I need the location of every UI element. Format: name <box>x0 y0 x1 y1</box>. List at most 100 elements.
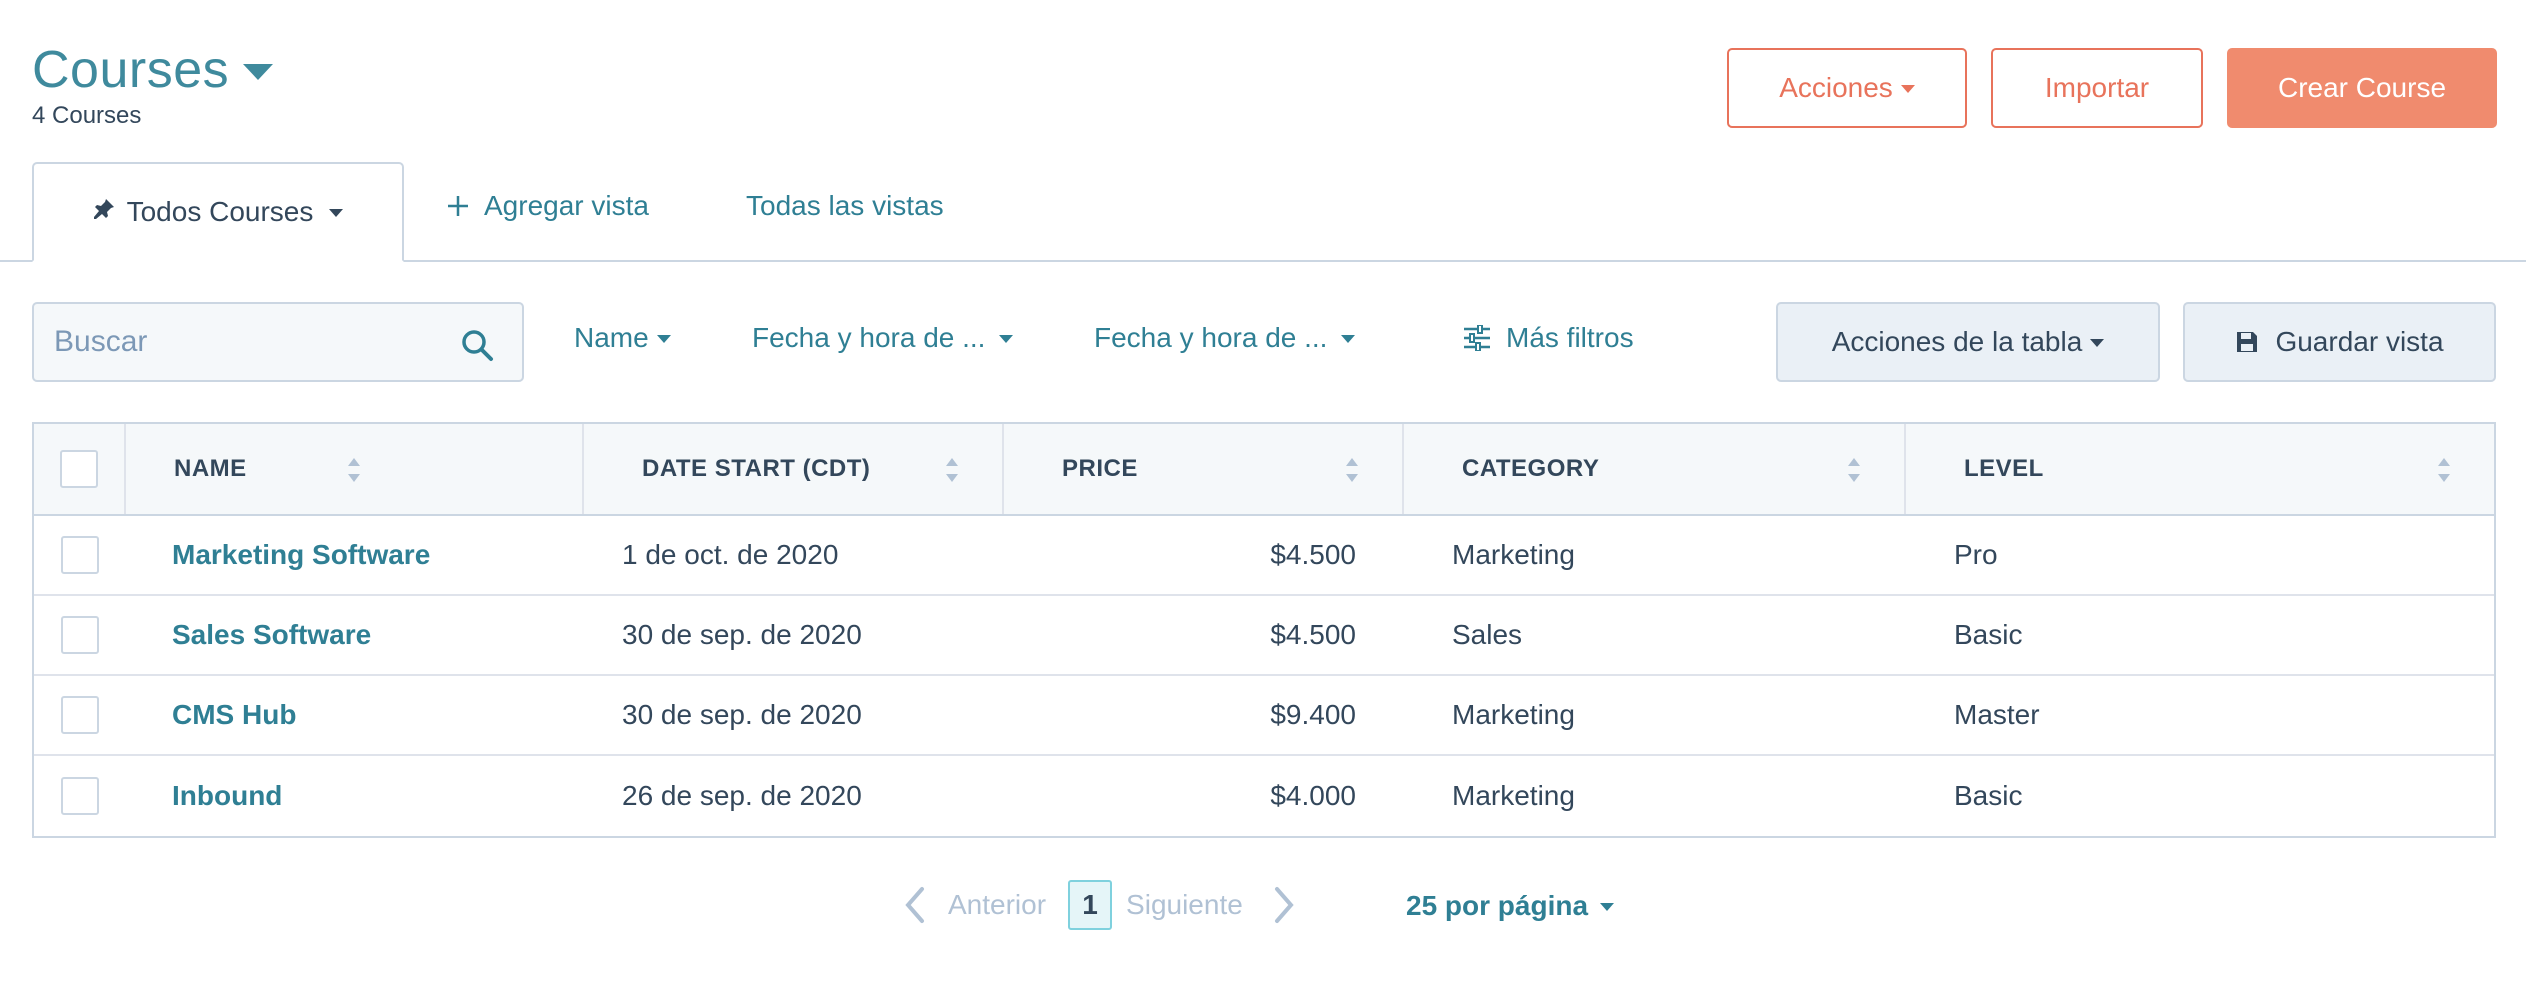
price-cell: $4.000 <box>1270 780 1356 811</box>
table-row: Sales Software 30 de sep. de 2020 $4.500… <box>34 596 2494 676</box>
column-header-category[interactable]: CATEGORY <box>1404 424 1906 514</box>
save-view-button[interactable]: Guardar vista <box>2183 302 2496 382</box>
course-name-link[interactable]: CMS Hub <box>126 676 584 754</box>
date-start-cell: 1 de oct. de 2020 <box>622 539 839 570</box>
column-label: PRICE <box>1062 455 1138 482</box>
per-page-label: 25 por página <box>1406 890 1589 921</box>
price-cell: $4.500 <box>1270 619 1356 650</box>
column-header-name[interactable]: NAME <box>126 424 584 514</box>
caret-down-icon <box>1900 85 1915 93</box>
date-start-cell: 26 de sep. de 2020 <box>622 780 862 811</box>
sliders-icon <box>1464 325 1490 351</box>
column-header-level[interactable]: LEVEL <box>1906 424 2494 514</box>
date-start-cell: 30 de sep. de 2020 <box>622 619 862 650</box>
caret-down-icon <box>2090 339 2105 347</box>
category-cell: Marketing <box>1452 539 1575 570</box>
filter-name-label: Name <box>574 322 649 353</box>
import-button-label: Importar <box>2044 72 2150 103</box>
chevron-left-icon[interactable] <box>900 885 928 925</box>
caret-down-icon <box>656 335 671 343</box>
create-course-button[interactable]: Crear Course <box>2227 48 2497 128</box>
row-select-cell <box>34 676 126 754</box>
search-input[interactable] <box>54 322 434 362</box>
table-row: CMS Hub 30 de sep. de 2020 $9.400 Market… <box>34 676 2494 756</box>
table-row: Inbound 26 de sep. de 2020 $4.000 Market… <box>34 756 2494 836</box>
filter-date-2[interactable]: Fecha y hora de ... <box>1094 322 1356 354</box>
pin-icon <box>93 198 115 226</box>
record-count: 4 Courses <box>32 102 142 129</box>
row-checkbox[interactable] <box>61 777 99 815</box>
column-label: CATEGORY <box>1462 455 1600 482</box>
sort-icon[interactable] <box>346 454 362 486</box>
plus-icon <box>446 192 470 220</box>
row-checkbox[interactable] <box>61 536 99 574</box>
row-select-cell <box>34 596 126 674</box>
row-checkbox[interactable] <box>61 696 99 734</box>
sort-icon[interactable] <box>1344 454 1360 486</box>
column-header-date-start[interactable]: DATE START (CDT) <box>584 424 1004 514</box>
caret-down-icon <box>1600 903 1615 911</box>
row-select-cell <box>34 756 126 836</box>
chevron-right-icon[interactable] <box>1271 885 1299 925</box>
save-view-label: Guardar vista <box>2275 326 2444 357</box>
filter-date-1[interactable]: Fecha y hora de ... <box>752 322 1014 354</box>
course-name-link[interactable]: Marketing Software <box>126 516 584 594</box>
caret-down-icon <box>999 335 1014 343</box>
all-views-label: Todas las vistas <box>746 190 944 221</box>
date-start-cell: 30 de sep. de 2020 <box>622 699 862 730</box>
course-name-link[interactable]: Sales Software <box>126 596 584 674</box>
caret-down-icon <box>1341 335 1356 343</box>
sort-icon[interactable] <box>2436 454 2452 486</box>
level-cell: Basic <box>1954 619 2023 650</box>
column-label: NAME <box>174 455 247 482</box>
next-page-button[interactable]: Siguiente <box>1126 889 1243 921</box>
table-actions-button[interactable]: Acciones de la tabla <box>1776 302 2160 382</box>
header-select-all <box>34 424 126 514</box>
more-filters-label: Más filtros <box>1506 322 1634 353</box>
search-icon[interactable] <box>460 328 494 362</box>
caret-down-icon[interactable] <box>329 209 344 217</box>
level-cell: Basic <box>1954 780 2023 811</box>
filter-date-1-label: Fecha y hora de ... <box>752 322 986 353</box>
filter-date-2-label: Fecha y hora de ... <box>1094 322 1328 353</box>
level-cell: Master <box>1954 699 2040 730</box>
column-label: LEVEL <box>1964 455 2044 482</box>
table-actions-label: Acciones de la tabla <box>1831 326 2083 357</box>
row-select-cell <box>34 516 126 594</box>
current-page[interactable]: 1 <box>1068 880 1113 930</box>
more-filters-button[interactable]: Más filtros <box>1462 322 1634 354</box>
tab-all-courses[interactable]: Todos Courses <box>32 162 404 262</box>
sort-icon[interactable] <box>944 454 960 486</box>
filter-name[interactable]: Name <box>574 322 671 354</box>
actions-button-label: Acciones <box>1779 72 1893 103</box>
price-cell: $4.500 <box>1270 539 1356 570</box>
courses-table: NAME DATE START (CDT) PRICE CATEGORY LEV… <box>32 422 2496 838</box>
import-button[interactable]: Importar <box>1991 48 2203 128</box>
table-row: Marketing Software 1 de oct. de 2020 $4.… <box>34 516 2494 596</box>
all-views-link[interactable]: Todas las vistas <box>746 190 944 222</box>
category-cell: Marketing <box>1452 780 1575 811</box>
search-box[interactable] <box>32 302 524 382</box>
sort-icon[interactable] <box>1846 454 1862 486</box>
previous-page-button[interactable]: Anterior <box>948 889 1046 921</box>
pagination: Anterior 1 Siguiente <box>900 880 1299 930</box>
category-cell: Sales <box>1452 619 1523 650</box>
add-view-label: Agregar vista <box>484 190 649 221</box>
course-name-link[interactable]: Inbound <box>126 756 584 836</box>
category-cell: Marketing <box>1452 699 1575 730</box>
create-course-button-label: Crear Course <box>2277 72 2447 103</box>
caret-down-icon[interactable] <box>243 64 274 80</box>
page-title-dropdown[interactable]: Courses <box>32 38 274 102</box>
per-page-dropdown[interactable]: 25 por página <box>1406 890 1615 922</box>
level-cell: Pro <box>1954 539 1998 570</box>
column-label: DATE START (CDT) <box>642 455 871 482</box>
table-header: NAME DATE START (CDT) PRICE CATEGORY LEV… <box>34 424 2494 516</box>
tab-label: Todos Courses <box>126 196 314 227</box>
row-checkbox[interactable] <box>61 616 99 654</box>
actions-button[interactable]: Acciones <box>1727 48 1967 128</box>
save-icon <box>2237 332 2258 352</box>
page-title: Courses <box>32 41 230 99</box>
column-header-price[interactable]: PRICE <box>1004 424 1404 514</box>
select-all-checkbox[interactable] <box>60 450 98 488</box>
add-view-button[interactable]: Agregar vista <box>446 190 649 222</box>
